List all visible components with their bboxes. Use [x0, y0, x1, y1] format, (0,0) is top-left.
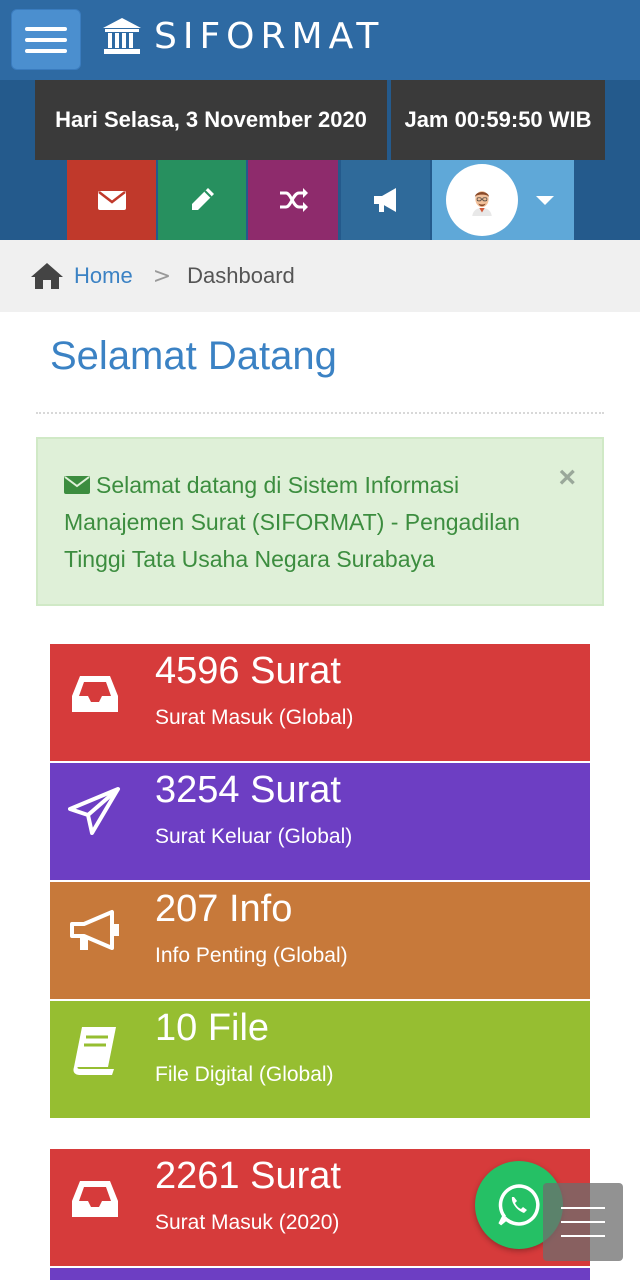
stat-value: 4596 Surat	[155, 650, 341, 692]
paper-plane-icon	[68, 787, 120, 835]
home-icon	[31, 263, 63, 289]
stat-card-partial[interactable]	[50, 1268, 590, 1280]
current-time: Jam 00:59:50 WIB	[391, 80, 605, 160]
mail-tile-button[interactable]	[67, 160, 156, 240]
breadcrumb-current: Dashboard	[187, 263, 295, 288]
stat-label: Surat Masuk (Global)	[155, 706, 354, 729]
envelope-icon	[97, 191, 126, 210]
avatar	[446, 164, 518, 236]
announcement-tile-button[interactable]	[341, 160, 430, 240]
menu-toggle-button[interactable]	[11, 9, 81, 70]
user-menu-button[interactable]	[432, 160, 574, 240]
quick-action-tiles	[0, 160, 640, 240]
stat-card-incoming-global[interactable]: 4596 Surat Surat Masuk (Global)	[50, 644, 590, 761]
bullhorn-icon	[373, 188, 396, 212]
stat-label: Surat Masuk (2020)	[155, 1211, 340, 1234]
title-divider	[36, 412, 604, 414]
caret-down-icon	[536, 195, 554, 205]
bullhorn-icon	[70, 910, 119, 950]
stat-value: 10 File	[155, 1007, 270, 1049]
inbox-icon	[72, 1181, 118, 1217]
alert-message: Selamat datang di Sistem Informasi Manaj…	[64, 472, 520, 572]
user-avatar-icon	[466, 184, 498, 216]
envelope-icon	[64, 476, 90, 494]
shuffle-icon	[280, 188, 308, 212]
institution-icon	[103, 18, 141, 54]
stat-card-file-global[interactable]: 10 File File Digital (Global)	[50, 1001, 590, 1118]
breadcrumb-separator: >	[152, 263, 172, 289]
breadcrumb: Home > Dashboard	[0, 240, 640, 312]
breadcrumb-home-link[interactable]: Home	[74, 263, 133, 289]
top-navbar: SIFORMAT	[0, 0, 640, 80]
welcome-alert: Selamat datang di Sistem Informasi Manaj…	[36, 437, 604, 606]
stat-label: File Digital (Global)	[155, 1063, 334, 1086]
book-icon	[73, 1027, 116, 1075]
stat-card-outgoing-global[interactable]: 3254 Surat Surat Keluar (Global)	[50, 763, 590, 880]
floating-menu-button[interactable]	[543, 1183, 623, 1261]
page-title: Selamat Datang	[50, 334, 337, 378]
brand-logo[interactable]: SIFORMAT	[102, 14, 384, 58]
inbox-icon	[72, 676, 118, 712]
stat-value: 2261 Surat	[155, 1155, 341, 1197]
current-date: Hari Selasa, 3 November 2020	[35, 80, 387, 160]
brand-name: SIFORMAT	[154, 15, 385, 57]
stat-value: 3254 Surat	[155, 769, 341, 811]
compose-tile-button[interactable]	[158, 160, 246, 240]
whatsapp-icon	[498, 1184, 540, 1226]
stat-label: Info Penting (Global)	[155, 944, 348, 967]
pencil-icon	[192, 188, 214, 210]
stat-card-info-global[interactable]: 207 Info Info Penting (Global)	[50, 882, 590, 999]
disposition-tile-button[interactable]	[248, 160, 338, 240]
stat-value: 207 Info	[155, 888, 293, 930]
stat-label: Surat Keluar (Global)	[155, 825, 353, 848]
hamburger-icon	[25, 26, 67, 31]
close-icon[interactable]: ×	[558, 463, 576, 493]
menu-icon	[561, 1207, 605, 1209]
